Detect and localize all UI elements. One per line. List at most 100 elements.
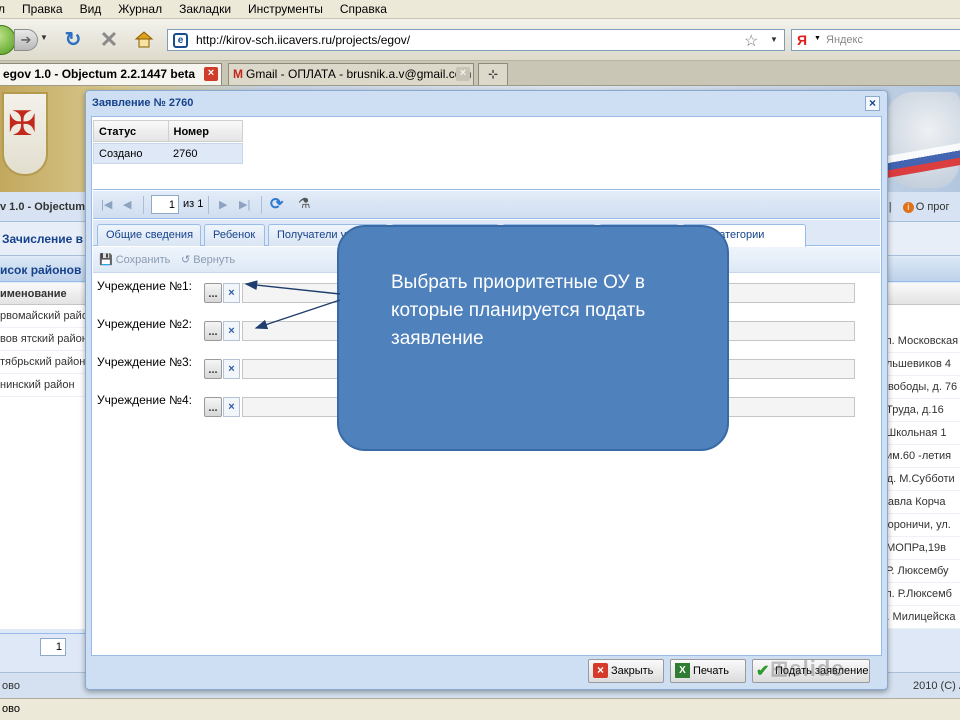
new-tab-button[interactable]: ⊹ <box>478 63 508 85</box>
pager-separator <box>261 196 262 214</box>
browser-menubar: л Правка Вид Журнал Закладки Инструменты… <box>0 0 960 19</box>
list-item[interactable]: . Школьная 1 <box>880 422 960 445</box>
site-favicon-icon: e <box>173 33 188 48</box>
menu-history[interactable]: Журнал <box>110 2 171 16</box>
tab-general-info[interactable]: Общие сведения <box>97 224 201 246</box>
select-institution-button[interactable]: ... <box>204 283 222 303</box>
close-tab-icon[interactable]: × <box>456 67 470 81</box>
browser-statusbar: ово <box>0 698 960 720</box>
about-link[interactable]: О прог <box>916 201 950 213</box>
grid-column-number[interactable]: Номер <box>169 121 243 141</box>
clear-field-icon[interactable]: × <box>223 321 240 341</box>
url-dropdown-icon[interactable]: ▼ <box>770 35 778 44</box>
list-item[interactable]: ) д. М.Субботи <box>880 468 960 491</box>
list-item[interactable]: . им.60 -летия <box>880 445 960 468</box>
menu-edit[interactable]: Правка <box>14 2 72 16</box>
districts-pager: 1 <box>0 633 86 659</box>
close-button[interactable]: × Закрыть <box>588 659 664 683</box>
close-tab-icon[interactable]: × <box>204 67 218 81</box>
list-item[interactable]: Дороничи, ул. <box>880 514 960 537</box>
coat-of-arms-logo: ✠ <box>2 92 48 176</box>
dialog-title: Заявление № 2760 <box>92 97 194 109</box>
print-label: Печать <box>693 665 730 677</box>
list-item[interactable]: ул. Р.Люксемб <box>880 583 960 606</box>
grid-pager: |◀ ◀ 1 из 1 ▶ ▶| ⟳ ⚗ <box>93 191 880 219</box>
list-item[interactable]: рвомайский район <box>0 305 86 328</box>
list-item[interactable]: . Р. Люксембу <box>880 560 960 583</box>
search-bar[interactable]: Я ▼ Яндекс <box>791 29 960 51</box>
last-page-icon[interactable]: ▶| <box>239 198 250 211</box>
search-engine-dropdown-icon[interactable]: ▼ <box>814 35 821 42</box>
table-row[interactable]: Создано 2760 <box>93 143 243 164</box>
application-status-grid: Статус Номер Создано 2760 <box>93 118 880 190</box>
page-number-input[interactable]: 1 <box>151 195 179 214</box>
copyright-text: 2010 (С) А <box>913 680 960 692</box>
watermark-logo: ⊞ѕlidе <box>770 656 845 681</box>
undo-icon: ↺ <box>181 254 191 266</box>
page-number-input[interactable]: 1 <box>40 638 66 656</box>
instruction-callout: Выбрать приоритетные ОУ в которые планир… <box>337 225 729 451</box>
stop-icon[interactable]: ✕ <box>98 29 120 51</box>
save-icon: 💾 <box>99 254 113 266</box>
tab-child[interactable]: Ребенок <box>204 224 265 246</box>
history-dropdown-icon[interactable]: ▼ <box>40 33 48 42</box>
revert-button[interactable]: ↺ Вернуть <box>181 253 235 266</box>
list-item[interactable]: Павла Корча <box>880 491 960 514</box>
browser-tab-gmail[interactable]: M Gmail - ОПЛАТА - brusnik.a.v@gmail.com … <box>228 63 474 85</box>
select-institution-button[interactable]: ... <box>204 321 222 341</box>
revert-label: Вернуть <box>193 254 236 266</box>
list-item[interactable]: нинский район <box>0 374 86 397</box>
url-text[interactable]: http://kirov-sch.iicavers.ru/projects/eg… <box>196 33 410 47</box>
select-institution-button[interactable]: ... <box>204 397 222 417</box>
filter-clear-icon[interactable]: ⚗ <box>298 195 311 212</box>
search-input[interactable]: Яндекс <box>826 34 863 46</box>
list-item[interactable]: . МОПРа,19в <box>880 537 960 560</box>
next-page-icon[interactable]: ▶ <box>219 198 227 211</box>
address-bar[interactable]: e http://kirov-sch.iicavers.ru/projects/… <box>167 29 785 51</box>
clear-field-icon[interactable]: × <box>223 283 240 303</box>
field-label: Учреждение №2: <box>97 317 193 331</box>
browser-tab-label: Gmail - ОПЛАТА - brusnik.a.v@gmail.com <box>246 67 472 81</box>
grid-header-row: Статус Номер <box>93 120 243 142</box>
reload-icon[interactable]: ↻ <box>62 29 84 51</box>
list-item[interactable]: ольшевиков 4 <box>880 353 960 376</box>
pager-separator <box>208 196 209 214</box>
browser-tab-egov[interactable]: egov 1.0 - Objectum 2.2.1447 beta × <box>0 63 222 85</box>
select-institution-button[interactable]: ... <box>204 359 222 379</box>
menu-bookmarks[interactable]: Закладки <box>171 2 240 16</box>
list-item[interactable]: ул. Московская <box>880 330 960 353</box>
dialog-close-icon[interactable]: × <box>865 96 880 111</box>
districts-column-header[interactable]: именование <box>0 283 86 305</box>
menu-help[interactable]: Справка <box>332 2 396 16</box>
yandex-logo-icon[interactable]: Я <box>795 32 809 48</box>
browser-navbar: ➔ ▼ ↻ ✕ e http://kirov-sch.iicavers.ru/p… <box>0 19 960 61</box>
bookmark-star-icon[interactable]: ☆ <box>744 31 758 51</box>
first-page-icon[interactable]: |◀ <box>101 198 112 211</box>
refresh-icon[interactable]: ⟳ <box>270 194 283 214</box>
home-icon[interactable] <box>133 29 155 51</box>
gmail-icon: M <box>233 67 243 81</box>
print-button[interactable]: X Печать <box>670 659 746 683</box>
list-item[interactable]: . Труда, д.16 <box>880 399 960 422</box>
prev-page-icon[interactable]: ◀ <box>123 198 131 211</box>
status-text: ово <box>2 703 20 715</box>
checkmark-icon: ✔ <box>756 663 770 680</box>
save-button[interactable]: 💾 Сохранить <box>99 253 170 266</box>
crossbow-icon: ✠ <box>8 105 37 143</box>
clear-field-icon[interactable]: × <box>223 359 240 379</box>
app-title: v 1.0 - Objectum <box>0 201 85 213</box>
field-label: Учреждение №3: <box>97 355 193 369</box>
districts-list: рвомайский район вов ятский район тябрьс… <box>0 305 86 397</box>
clear-field-icon[interactable]: × <box>223 397 240 417</box>
menu-tools[interactable]: Инструменты <box>240 2 332 16</box>
browser-tab-label: egov 1.0 - Objectum 2.2.1447 beta <box>3 67 196 81</box>
list-item[interactable]: тябрьский район <box>0 351 86 374</box>
menu-file[interactable]: л <box>0 2 14 16</box>
menu-view[interactable]: Вид <box>72 2 111 16</box>
grid-column-status[interactable]: Статус <box>94 121 169 141</box>
list-item[interactable]: вов ятский район <box>0 328 86 351</box>
list-item[interactable]: Свободы, д. 76 <box>880 376 960 399</box>
list-item[interactable]: л. Милицейска <box>880 606 960 629</box>
pager-separator <box>143 196 144 214</box>
forward-button[interactable]: ➔ <box>14 29 38 51</box>
